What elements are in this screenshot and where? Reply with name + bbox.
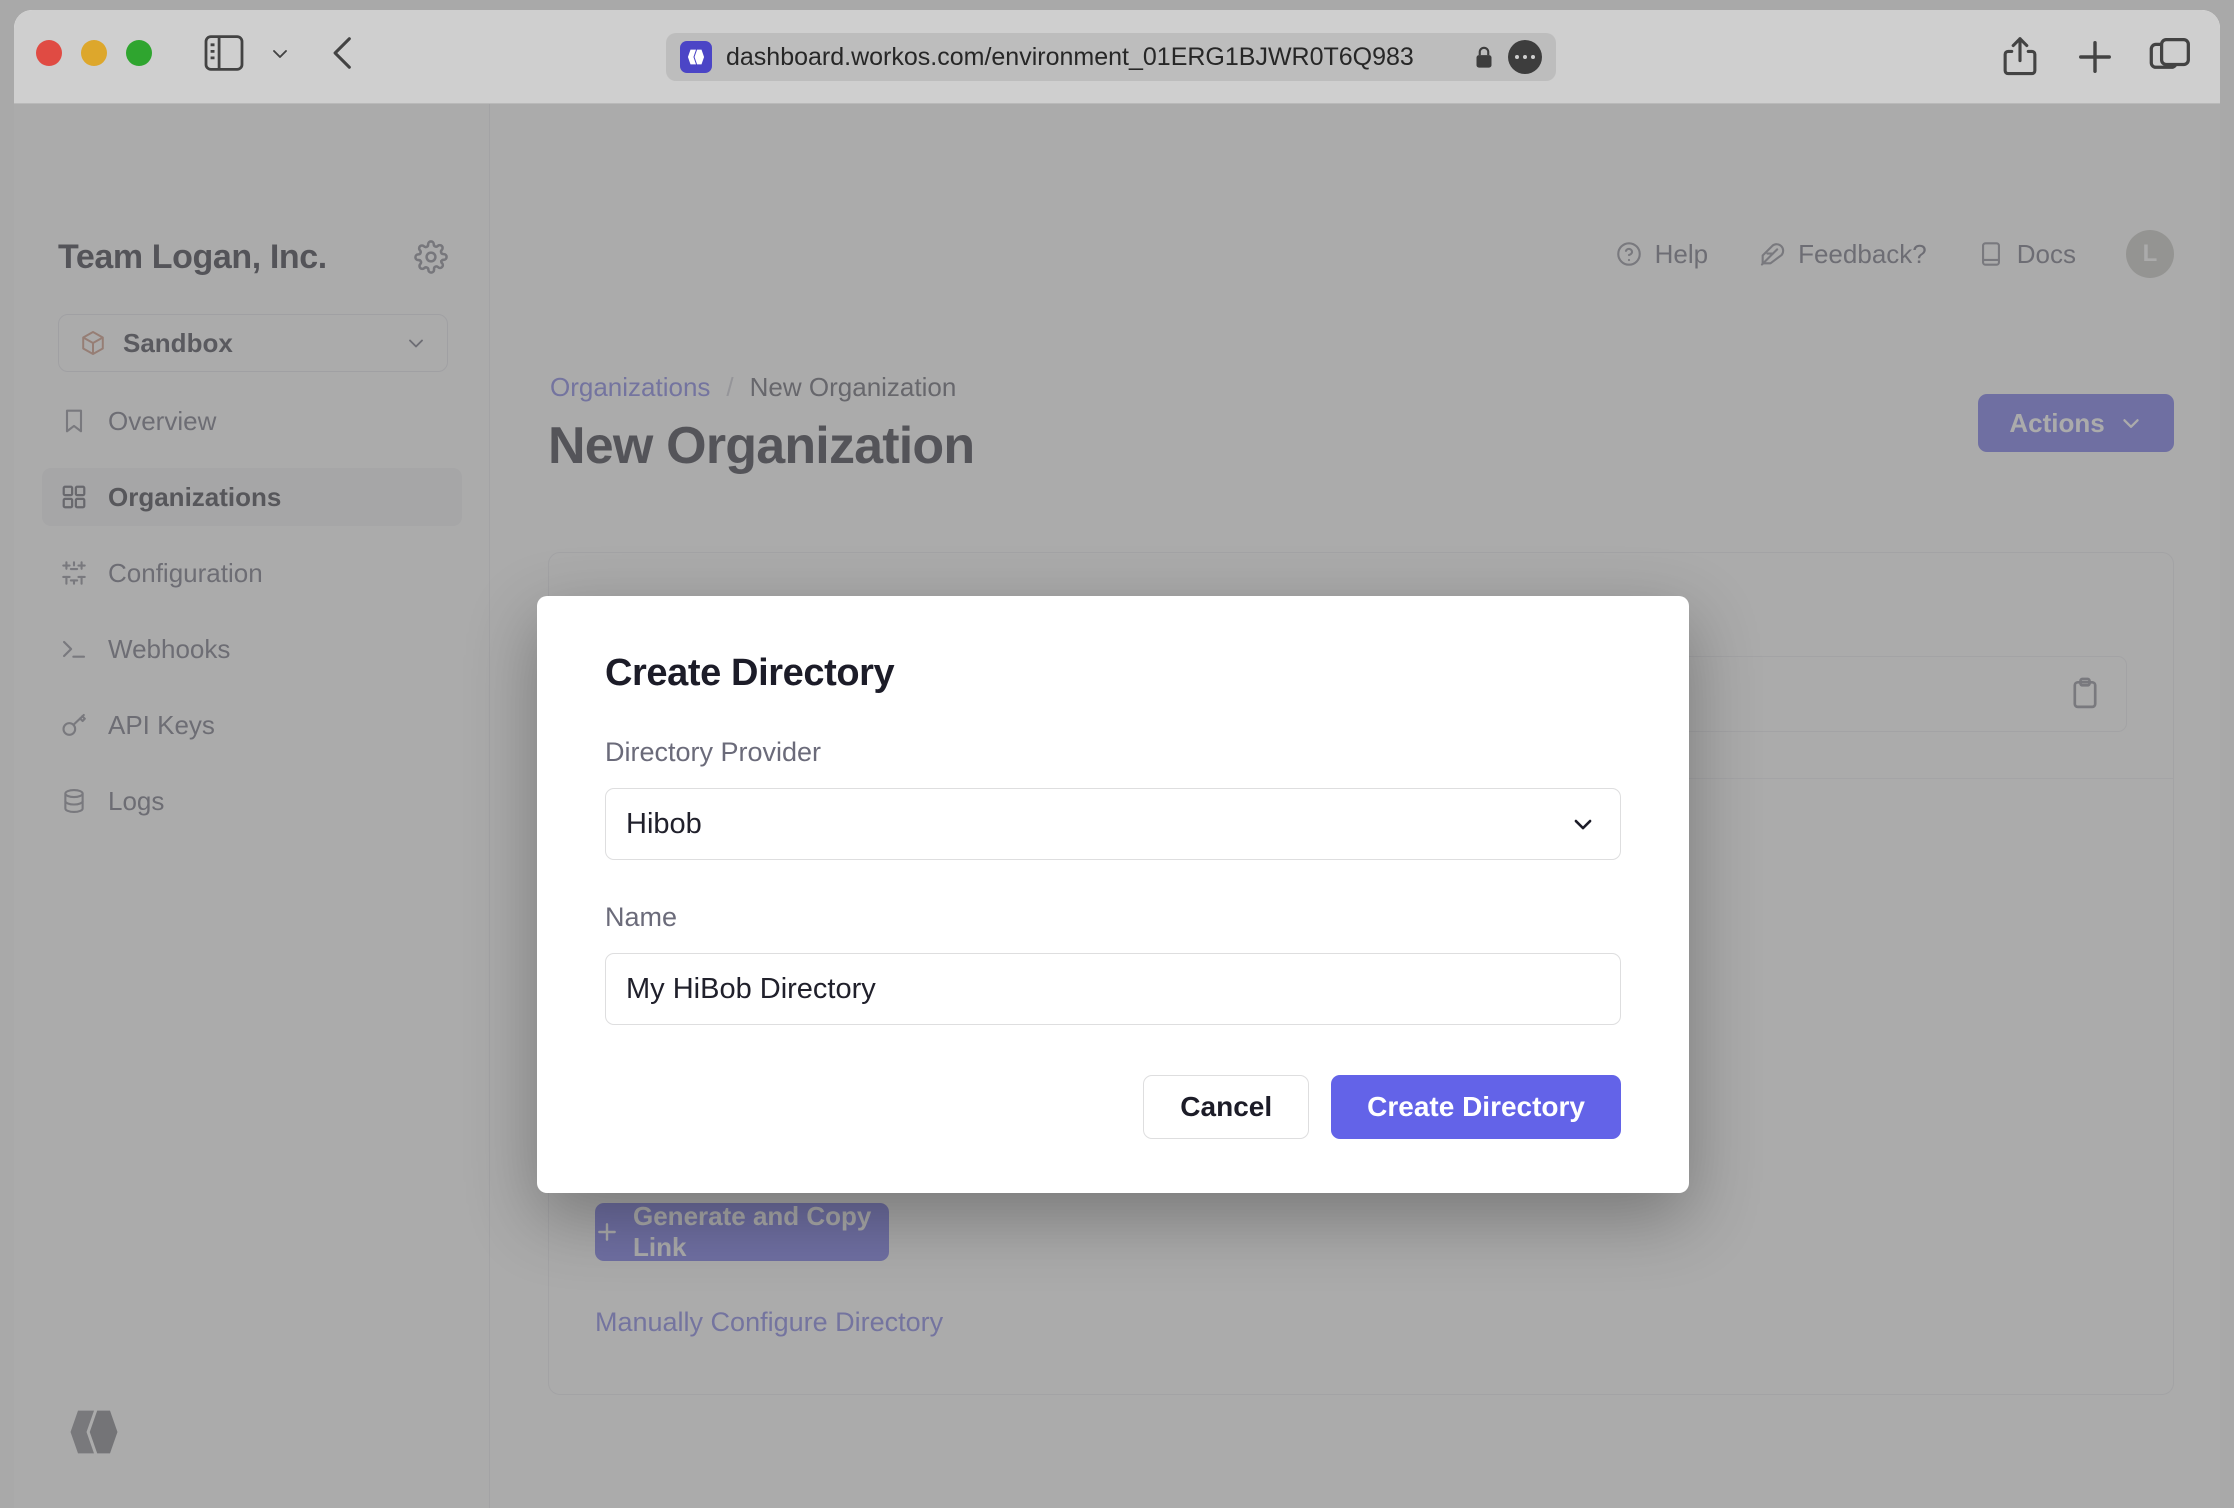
modal-actions: Cancel Create Directory: [605, 1075, 1621, 1139]
back-arrow-icon[interactable]: [326, 34, 360, 72]
desktop-background: dashboard.workos.com/environment_01ERG1B…: [0, 0, 2234, 1508]
create-directory-modal: Create Directory Directory Provider Hibo…: [537, 596, 1689, 1193]
chevron-down-icon: [1570, 811, 1596, 837]
maximize-window-button[interactable]: [126, 40, 152, 66]
address-bar-text: dashboard.workos.com/environment_01ERG1B…: [726, 42, 1414, 71]
window-traffic-lights: [36, 40, 152, 66]
workos-favicon-icon: [680, 41, 712, 73]
modal-title: Create Directory: [605, 652, 895, 694]
directory-name-field: Name My HiBob Directory: [605, 902, 1621, 1025]
browser-toolbar: dashboard.workos.com/environment_01ERG1B…: [14, 10, 2220, 104]
tab-overview-icon[interactable]: [2149, 37, 2191, 77]
lock-icon: [1474, 44, 1494, 70]
address-bar[interactable]: dashboard.workos.com/environment_01ERG1B…: [666, 33, 1556, 81]
directory-name-label: Name: [605, 902, 678, 932]
create-directory-button[interactable]: Create Directory: [1331, 1075, 1621, 1139]
close-window-button[interactable]: [36, 40, 62, 66]
directory-provider-field: Directory Provider Hibob: [605, 737, 1621, 860]
new-tab-icon[interactable]: [2076, 38, 2114, 76]
page-content: Team Logan, Inc. Sandbox: [14, 104, 2220, 1508]
chevron-down-icon[interactable]: [269, 43, 291, 65]
minimize-window-button[interactable]: [81, 40, 107, 66]
directory-provider-select[interactable]: Hibob: [605, 788, 1621, 860]
browser-window: dashboard.workos.com/environment_01ERG1B…: [14, 10, 2220, 1508]
share-icon[interactable]: [2001, 34, 2039, 78]
directory-name-input[interactable]: My HiBob Directory: [605, 953, 1621, 1025]
directory-provider-value: Hibob: [626, 807, 702, 840]
cancel-button[interactable]: Cancel: [1143, 1075, 1310, 1139]
sidebar-toggle-icon[interactable]: [203, 35, 245, 71]
more-menu-icon[interactable]: [1508, 40, 1542, 74]
directory-provider-label: Directory Provider: [605, 737, 822, 767]
